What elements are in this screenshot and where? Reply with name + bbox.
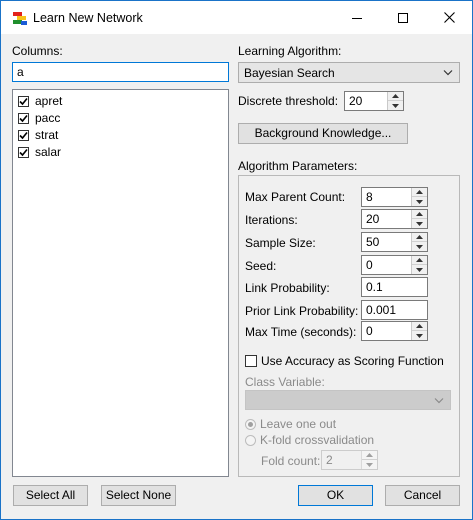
iterations-value: 20 <box>366 212 380 226</box>
stepper-down-icon[interactable] <box>412 331 427 340</box>
stepper-up-icon[interactable] <box>362 451 377 460</box>
checkbox-checked-icon[interactable] <box>18 129 29 141</box>
list-item[interactable]: strat <box>18 127 58 143</box>
use-accuracy-checkbox[interactable] <box>245 355 257 367</box>
maximize-icon <box>398 12 408 23</box>
link-probability-input[interactable]: 0.1 <box>361 277 428 297</box>
leave-one-out-radio-row[interactable]: Leave one out <box>245 417 336 431</box>
close-button[interactable] <box>426 1 472 34</box>
fold-count-label: Fold count: <box>261 454 321 468</box>
ok-button[interactable]: OK <box>298 485 373 506</box>
iterations-stepper[interactable]: 20 <box>361 209 428 229</box>
sample-size-stepper[interactable]: 50 <box>361 232 428 252</box>
columns-label: Columns: <box>12 44 63 58</box>
stepper-down-icon[interactable] <box>412 242 427 251</box>
columns-filter-value: a <box>17 65 24 79</box>
stepper-down-icon[interactable] <box>412 219 427 228</box>
stepper-buttons <box>411 233 427 251</box>
stepper-buttons <box>411 188 427 206</box>
algorithm-parameters-label: Algorithm Parameters: <box>238 159 358 173</box>
discrete-threshold-value: 20 <box>349 94 363 108</box>
stepper-buttons <box>387 92 403 110</box>
maximize-button[interactable] <box>380 1 426 34</box>
prior-link-probability-input[interactable]: 0.001 <box>361 300 428 320</box>
chevron-down-icon <box>443 70 453 76</box>
max-parent-count-value: 8 <box>366 190 373 204</box>
seed-stepper[interactable]: 0 <box>361 255 428 275</box>
use-accuracy-checkbox-row[interactable]: Use Accuracy as Scoring Function <box>245 354 444 368</box>
learning-algorithm-select[interactable]: Bayesian Search <box>238 62 460 83</box>
max-parent-count-stepper[interactable]: 8 <box>361 187 428 207</box>
stepper-down-icon[interactable] <box>412 197 427 206</box>
sample-size-value: 50 <box>366 235 380 249</box>
fold-count-stepper[interactable]: 2 <box>321 450 378 470</box>
stepper-up-icon[interactable] <box>412 233 427 242</box>
minimize-button[interactable] <box>334 1 380 34</box>
columns-filter-input[interactable]: a <box>12 62 229 82</box>
stepper-up-icon[interactable] <box>388 92 403 101</box>
link-probability-label: Link Probability: <box>245 281 330 295</box>
list-item[interactable]: apret <box>18 93 62 109</box>
iterations-label: Iterations: <box>245 213 298 227</box>
checkbox-checked-icon[interactable] <box>18 146 29 158</box>
window-title: Learn New Network <box>33 11 143 25</box>
max-time-stepper[interactable]: 0 <box>361 321 428 341</box>
stepper-up-icon[interactable] <box>412 322 427 331</box>
prior-link-probability-value: 0.001 <box>366 303 397 317</box>
seed-label: Seed: <box>245 259 277 273</box>
list-item[interactable]: pacc <box>18 110 60 126</box>
leave-one-out-label: Leave one out <box>260 417 337 431</box>
sample-size-label: Sample Size: <box>245 236 316 250</box>
class-variable-select[interactable] <box>245 390 451 410</box>
background-knowledge-button[interactable]: Background Knowledge... <box>238 123 408 144</box>
stepper-down-icon[interactable] <box>362 460 377 469</box>
list-item-label: strat <box>35 128 59 142</box>
kfold-label: K-fold crossvalidation <box>260 433 375 447</box>
algorithm-parameters-group: Max Parent Count: 8 Iterations: 20 Sampl… <box>238 175 460 477</box>
discrete-threshold-stepper[interactable]: 20 <box>344 91 404 111</box>
radio-unselected-icon[interactable] <box>245 434 256 446</box>
chevron-down-icon <box>434 398 444 404</box>
list-item[interactable]: salar <box>18 144 61 160</box>
class-variable-label: Class Variable: <box>245 375 325 389</box>
learning-algorithm-value: Bayesian Search <box>244 66 335 80</box>
checkbox-checked-icon[interactable] <box>18 95 29 107</box>
stepper-buttons <box>411 256 427 274</box>
cancel-button[interactable]: Cancel <box>385 485 460 506</box>
select-none-button[interactable]: Select None <box>101 485 176 506</box>
network-app-icon <box>13 12 27 25</box>
stepper-buttons <box>411 322 427 340</box>
learning-algorithm-label: Learning Algorithm: <box>238 44 342 58</box>
radio-selected-icon[interactable] <box>245 418 256 430</box>
stepper-down-icon[interactable] <box>412 265 427 274</box>
stepper-up-icon[interactable] <box>412 188 427 197</box>
close-icon <box>443 12 455 23</box>
max-parent-count-label: Max Parent Count: <box>245 190 346 204</box>
title-bar[interactable]: Learn New Network <box>1 1 472 34</box>
stepper-up-icon[interactable] <box>412 210 427 219</box>
kfold-radio-row[interactable]: K-fold crossvalidation <box>245 433 374 447</box>
discrete-threshold-label: Discrete threshold: <box>238 94 339 108</box>
list-item-label: salar <box>35 145 62 159</box>
learn-network-dialog: Learn New Network Columns: a apret pacc … <box>0 0 473 520</box>
list-item-label: apret <box>35 94 63 108</box>
minimize-icon <box>352 17 362 19</box>
checkbox-checked-icon[interactable] <box>18 112 29 124</box>
stepper-down-icon[interactable] <box>388 101 403 110</box>
columns-list[interactable]: apret pacc strat salar <box>12 89 229 477</box>
link-probability-value: 0.1 <box>366 280 383 294</box>
fold-count-value: 2 <box>326 453 333 467</box>
prior-link-probability-label: Prior Link Probability: <box>245 304 359 318</box>
stepper-up-icon[interactable] <box>412 256 427 265</box>
max-time-value: 0 <box>366 324 373 338</box>
list-item-label: pacc <box>35 111 61 125</box>
stepper-buttons <box>411 210 427 228</box>
stepper-buttons <box>361 451 377 469</box>
seed-value: 0 <box>366 258 373 272</box>
select-all-button[interactable]: Select All <box>13 485 88 506</box>
max-time-label: Max Time (seconds): <box>245 325 357 339</box>
use-accuracy-label: Use Accuracy as Scoring Function <box>261 354 444 368</box>
